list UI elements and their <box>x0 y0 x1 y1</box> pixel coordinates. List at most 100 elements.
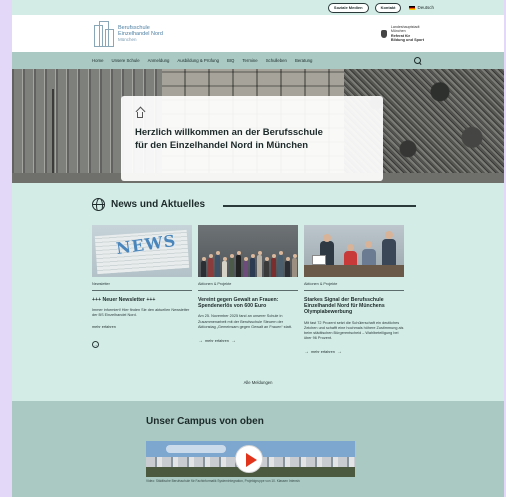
school-logo[interactable]: Berufsschule Einzelhandel Nord München <box>94 20 163 47</box>
news-cards: NEWS Newsletter +++ Neuer Newsletter +++… <box>92 225 416 355</box>
language-switch[interactable]: Deutsch <box>409 5 434 10</box>
website-page: Soziale Medien Kontakt Deutsch Berufssch… <box>12 0 504 497</box>
globe-icon <box>92 197 105 211</box>
ministry-logo[interactable]: Landeshauptstadt München Referat für Bil… <box>380 25 424 42</box>
social-media-button[interactable]: Soziale Medien <box>327 2 369 13</box>
nav-item-ausbildung-pruefung[interactable]: Ausbildung & Prüfung <box>177 58 219 63</box>
news-card-more-link[interactable]: mehr erfahren <box>92 325 192 329</box>
news-heading: News und Aktuelles <box>111 198 206 210</box>
hero-banner: Herzlich willkommen an der Berufsschule … <box>12 69 504 183</box>
nav-item-beratung[interactable]: Beratung <box>295 58 312 63</box>
arrow-right-icon: → <box>198 338 203 345</box>
logo-line-3: München <box>118 36 137 42</box>
photo-person-head <box>271 254 276 258</box>
site-header: Berufsschule Einzelhandel Nord München L… <box>12 15 504 52</box>
news-card-title[interactable]: Starkes Signal der Berufsschule Einzelha… <box>304 297 404 316</box>
main-navigation: Home Unsere Schule Anmeldung Ausbildung … <box>12 52 504 69</box>
more-link-label: mehr erfahren <box>311 350 335 355</box>
news-card-category: Newsletter <box>92 282 192 291</box>
news-card-more-circle[interactable]: → <box>92 333 192 351</box>
arrow-right-circle-icon: → <box>92 340 99 348</box>
photo-person <box>292 258 297 277</box>
nav-item-home[interactable]: Home <box>92 58 103 63</box>
logo-building-icon <box>94 20 114 47</box>
arrow-right-icon: → <box>304 349 309 356</box>
photo-person <box>271 258 276 277</box>
campus-video[interactable] <box>146 441 355 477</box>
photo-person <box>222 261 227 277</box>
news-card-title[interactable]: +++ Neuer Newsletter +++ <box>92 297 192 303</box>
contact-button[interactable]: Kontakt <box>374 2 402 13</box>
photo-person <box>229 258 234 277</box>
news-card-image <box>198 225 298 277</box>
photo-person <box>215 255 220 277</box>
hero-photo-pole <box>52 89 54 183</box>
news-card-newsletter[interactable]: NEWS Newsletter +++ Neuer Newsletter +++… <box>92 225 192 355</box>
photo-person-head <box>243 257 248 261</box>
hero-title: Herzlich willkommen an der Berufsschule … <box>135 127 323 151</box>
photo-person-head <box>201 257 206 261</box>
photo-person <box>208 258 213 277</box>
nav-item-unsere-schule[interactable]: Unsere Schule <box>111 58 139 63</box>
news-card-gewalt[interactable]: Aktionen & Projekte Vereint gegen Gewalt… <box>198 225 298 355</box>
more-link-label: mehr erfahren <box>205 339 229 344</box>
photo-person <box>201 261 206 277</box>
photo-person-head <box>292 254 297 258</box>
play-icon <box>246 453 257 467</box>
all-news-link[interactable]: Alle Meldungen <box>12 380 504 385</box>
news-card-olympia[interactable]: Aktionen & Projekte Starkes Signal der B… <box>304 225 404 355</box>
photo-person <box>257 255 262 277</box>
photo-person <box>250 258 255 277</box>
video-caption: Video: Städtische Berufsschule für Fachi… <box>146 479 300 483</box>
home-icon[interactable] <box>137 112 143 118</box>
ministry-text: Landeshauptstadt München Referat für Bil… <box>391 25 424 42</box>
photo-person <box>236 255 241 277</box>
news-divider <box>223 205 416 207</box>
window-frame-left <box>0 0 12 497</box>
munich-crest-icon <box>380 29 387 38</box>
news-card-image <box>304 225 404 277</box>
photo-person-head <box>208 254 213 258</box>
news-card-text: Immer informiert! Hier finden Sie den ak… <box>92 308 190 318</box>
photo-person-head <box>222 257 227 261</box>
logo-text: Berufsschule Einzelhandel Nord München <box>118 25 163 43</box>
nav-item-termine[interactable]: Termine <box>242 58 257 63</box>
photo-person <box>285 261 290 277</box>
news-header: News und Aktuelles <box>92 197 416 211</box>
nav-item-biq[interactable]: BIQ <box>227 58 234 63</box>
utility-bar: Soziale Medien Kontakt Deutsch <box>12 0 504 15</box>
arrow-right-icon: → <box>336 349 342 356</box>
campus-heading: Unser Campus von oben <box>146 416 264 427</box>
photo-person-head <box>278 251 283 255</box>
hero-welcome-card: Herzlich willkommen an der Berufsschule … <box>121 96 383 181</box>
news-card-title[interactable]: Vereint gegen Gewalt an Frauen: Spendene… <box>198 297 298 309</box>
german-flag-icon <box>409 5 416 10</box>
news-section: News und Aktuelles NEWS Newsletter +++ N… <box>12 183 504 401</box>
photo-person <box>264 261 269 277</box>
news-card-text: Mit fast 72 Prozent setzt die Schülersch… <box>304 320 404 341</box>
photo-person-head <box>264 257 269 261</box>
play-button[interactable] <box>235 445 263 473</box>
video-thumbnail-clouds <box>166 445 226 453</box>
photo-person-head <box>215 251 220 255</box>
search-icon[interactable] <box>414 56 422 65</box>
nav-item-schulleben[interactable]: Schulleben <box>266 58 287 63</box>
photo-person-head <box>250 254 255 258</box>
nav-item-anmeldung[interactable]: Anmeldung <box>148 58 170 63</box>
news-card-more-link[interactable]: → mehr erfahren → <box>198 338 298 344</box>
photo-person-head <box>229 254 234 258</box>
news-card-image: NEWS <box>92 225 192 277</box>
news-card-text: Am 25. November 2025 fand an unserer Sch… <box>198 314 292 329</box>
logo-line-2: Einzelhandel Nord <box>118 30 163 37</box>
ministry-line-4: Bildung und Sport <box>390 37 424 42</box>
news-card-more-link[interactable]: → mehr erfahren → <box>304 349 404 355</box>
news-card-category: Aktionen & Projekte <box>304 282 404 291</box>
photo-person <box>278 255 283 277</box>
photo-person-head <box>257 251 262 255</box>
photo-person <box>243 261 248 277</box>
arrow-right-icon: → <box>230 338 236 345</box>
language-label: Deutsch <box>417 5 434 10</box>
more-link-label: mehr erfahren <box>92 324 116 329</box>
photo-person-head <box>236 251 241 255</box>
campus-section: Unser Campus von oben Video: Städtische … <box>12 401 504 497</box>
